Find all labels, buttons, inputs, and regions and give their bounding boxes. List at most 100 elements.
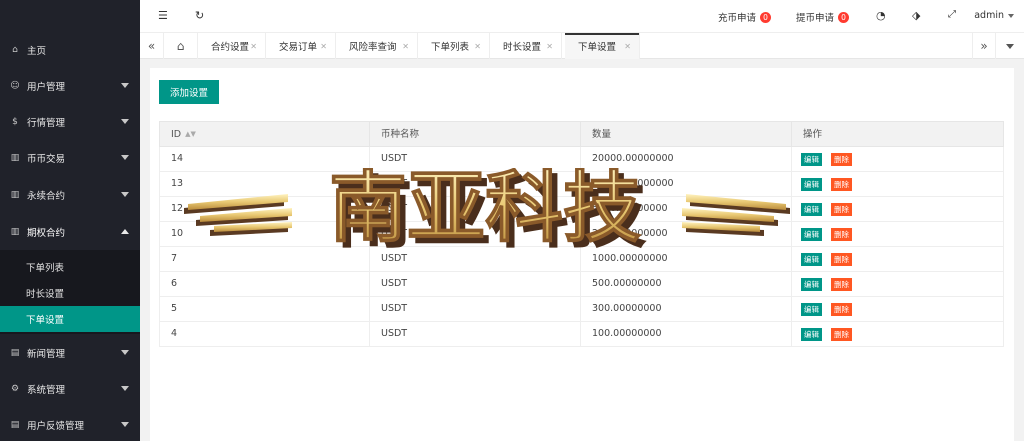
cell-amount: 5000.00000000: [581, 197, 792, 221]
table-row: 12 USDT 5000.00000000 编辑 删除: [159, 197, 1004, 222]
delete-button[interactable]: 删除: [831, 253, 852, 266]
add-setting-button[interactable]: 添加设置: [159, 80, 219, 104]
tab-order-settings[interactable]: 下单设置 ✕: [565, 33, 640, 59]
cell-id: 13: [160, 172, 370, 196]
close-icon[interactable]: ✕: [250, 42, 257, 51]
submenu-item-label: 下单列表: [26, 263, 65, 274]
close-icon[interactable]: ✕: [320, 42, 327, 51]
edit-button[interactable]: 编辑: [801, 178, 822, 191]
options-submenu: 下单列表 时长设置 下单设置: [0, 250, 140, 334]
sidebar: ⌂ 主页 ☺ 用户管理 $ 行情管理 ▥ 币币交易 ▥ 永续合约 ▥ 期权合约 …: [0, 0, 140, 441]
sidebar-item-label: 期权合约: [27, 228, 66, 239]
cell-amount: 10000.00000000: [581, 172, 792, 196]
recharge-label: 充币申请: [718, 13, 757, 24]
table-row: 5 USDT 300.00000000 编辑 删除: [159, 297, 1004, 322]
delete-button[interactable]: 删除: [831, 153, 852, 166]
delete-button[interactable]: 删除: [831, 178, 852, 191]
table-header: ID ▲▼ 币种名称 数量 操作: [159, 121, 1004, 147]
tab-label: 风险率查询: [349, 42, 397, 53]
chart-icon: ▥: [10, 153, 20, 163]
edit-button[interactable]: 编辑: [801, 253, 822, 266]
chevron-down-icon: [121, 83, 129, 88]
cell-actions: 编辑 删除: [792, 322, 1003, 346]
submenu-item-duration-settings[interactable]: 时长设置: [0, 280, 140, 306]
sidebar-item-perpetual[interactable]: ▥ 永续合约: [0, 177, 140, 213]
recharge-request-link[interactable]: 充币申请 0: [718, 10, 772, 24]
tab-bar: « ⌂ 合约设置 ✕ 交易订单 ✕ 风险率查询 ✕ 下单列表 ✕ 时长设置 ✕ …: [140, 33, 1024, 59]
tab-trade-orders[interactable]: 交易订单 ✕: [266, 33, 336, 59]
cell-actions: 编辑 删除: [792, 272, 1003, 296]
delete-button[interactable]: 删除: [831, 303, 852, 316]
delete-button[interactable]: 删除: [831, 203, 852, 216]
delete-button[interactable]: 删除: [831, 278, 852, 291]
close-icon[interactable]: ✕: [624, 42, 631, 51]
sidebar-item-system[interactable]: ⚙ 系统管理: [0, 371, 140, 407]
edit-button[interactable]: 编辑: [801, 278, 822, 291]
delete-button[interactable]: 删除: [831, 228, 852, 241]
cell-coin: USDT: [370, 222, 581, 246]
tab-duration-settings[interactable]: 时长设置 ✕: [490, 33, 562, 59]
edit-button[interactable]: 编辑: [801, 153, 822, 166]
sidebar-item-label: 币币交易: [27, 154, 66, 165]
column-header-label: ID: [171, 129, 182, 140]
tab-contract-settings[interactable]: 合约设置 ✕: [198, 33, 266, 59]
sidebar-item-feedback[interactable]: ▤ 用户反馈管理: [0, 407, 140, 441]
tab-home-icon[interactable]: ⌂: [164, 33, 198, 59]
edit-button[interactable]: 编辑: [801, 328, 822, 341]
column-header-coin: 币种名称: [370, 122, 581, 147]
user-menu[interactable]: admin: [974, 10, 1014, 21]
tab-label: 合约设置: [211, 42, 250, 53]
close-icon[interactable]: ✕: [402, 42, 409, 51]
cell-coin: USDT: [370, 197, 581, 221]
sidebar-item-home[interactable]: ⌂ 主页: [0, 32, 140, 68]
delete-button[interactable]: 删除: [831, 328, 852, 341]
table-row: 6 USDT 500.00000000 编辑 删除: [159, 272, 1004, 297]
chevron-up-icon: [121, 229, 129, 234]
home-icon: ⌂: [12, 45, 18, 55]
column-header-id[interactable]: ID ▲▼: [160, 122, 370, 147]
user-icon: ☺: [10, 81, 20, 91]
cell-coin: USDT: [370, 172, 581, 196]
chevron-down-icon: [121, 192, 129, 197]
sort-icon[interactable]: ▲▼: [185, 122, 196, 147]
sidebar-item-options[interactable]: ▥ 期权合约: [0, 214, 140, 250]
sidebar-item-news[interactable]: ▤ 新闻管理: [0, 335, 140, 371]
submenu-item-label: 下单设置: [26, 315, 65, 326]
column-header-label: 币种名称: [381, 129, 420, 140]
close-icon[interactable]: ✕: [474, 42, 481, 51]
tabs-options-icon[interactable]: [998, 33, 1022, 59]
tab-label: 交易订单: [279, 42, 318, 53]
tabs-scroll-left-icon[interactable]: «: [140, 33, 164, 59]
tab-risk-query[interactable]: 风险率查询 ✕: [336, 33, 418, 59]
submenu-item-order-list[interactable]: 下单列表: [0, 254, 140, 280]
cell-id: 14: [160, 147, 370, 171]
sidebar-item-market[interactable]: $ 行情管理: [0, 104, 140, 140]
cell-actions: 编辑 删除: [792, 147, 1003, 171]
withdraw-count-badge: 0: [838, 11, 850, 23]
cell-id: 7: [160, 247, 370, 271]
edit-button[interactable]: 编辑: [801, 203, 822, 216]
chart-icon: ▥: [10, 190, 20, 200]
cell-actions: 编辑 删除: [792, 172, 1003, 196]
gear-icon: ⚙: [10, 384, 20, 394]
chevron-down-icon: [1006, 43, 1014, 49]
tab-order-list[interactable]: 下单列表 ✕: [418, 33, 490, 59]
refresh-icon[interactable]: ↻: [195, 9, 204, 22]
submenu-item-order-settings[interactable]: 下单设置: [0, 306, 140, 332]
tag-icon[interactable]: ⬗: [912, 9, 920, 22]
fullscreen-icon[interactable]: ⤢: [948, 9, 956, 20]
sidebar-item-spot-trading[interactable]: ▥ 币币交易: [0, 140, 140, 176]
sidebar-item-users[interactable]: ☺ 用户管理: [0, 68, 140, 104]
cell-amount: 20000.00000000: [581, 147, 792, 171]
edit-button[interactable]: 编辑: [801, 228, 822, 241]
withdraw-request-link[interactable]: 提币申请 0: [796, 10, 850, 24]
edit-button[interactable]: 编辑: [801, 303, 822, 316]
column-header-actions: 操作: [792, 122, 1003, 147]
close-icon[interactable]: ✕: [546, 42, 553, 51]
column-header-label: 操作: [803, 129, 823, 140]
tabs-scroll-right-icon[interactable]: »: [972, 33, 996, 59]
feedback-icon: ▤: [10, 420, 20, 430]
menu-collapse-icon[interactable]: ☰: [158, 9, 168, 22]
theme-icon[interactable]: ◔: [876, 9, 886, 22]
tab-label: 下单设置: [578, 42, 617, 53]
